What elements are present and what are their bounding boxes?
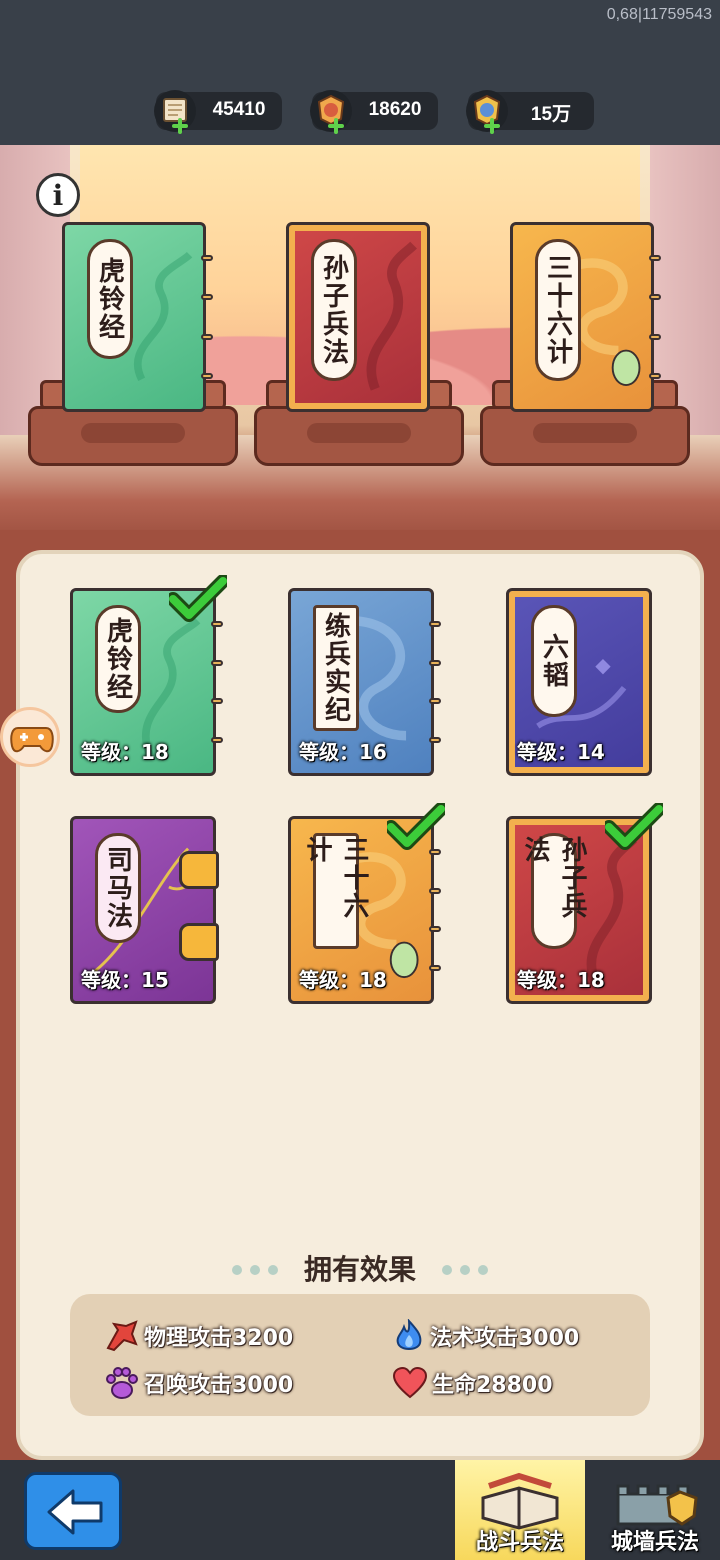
- divider-dots-right: [438, 1260, 492, 1279]
- magic-attack-icon: [396, 1319, 422, 1350]
- tab-wall-tactics[interactable]: 城墙兵法: [590, 1460, 720, 1560]
- book-card-2[interactable]: 练兵实纪 等级：16: [288, 588, 441, 776]
- physical-attack-icon: [106, 1320, 138, 1352]
- book-clasp: [179, 851, 219, 889]
- medal-currency-counter[interactable]: 18620: [310, 90, 438, 134]
- tab-label: 城墙兵法: [610, 1530, 699, 1555]
- book-level: 等级：14: [517, 740, 605, 764]
- back-arrow-icon: [47, 1489, 103, 1535]
- summon-attack-icon: [106, 1367, 138, 1399]
- book-rings: [429, 621, 441, 743]
- equipped-book-slot-3[interactable]: 三十六计: [510, 222, 661, 412]
- effects-title: 拥有效果: [303, 1253, 416, 1286]
- back-button[interactable]: [24, 1472, 122, 1550]
- book-card-6[interactable]: 孙子兵法 等级：18: [506, 803, 663, 1004]
- book-label: 虎铃经: [95, 605, 141, 713]
- book-rings: [211, 621, 223, 743]
- tab-battle-tactics[interactable]: 战斗兵法: [455, 1460, 585, 1560]
- scroll-currency-counter[interactable]: 45410: [154, 90, 282, 134]
- currency-amount: 18620: [368, 99, 422, 120]
- book-card-5[interactable]: 三十六计 等级：18: [288, 803, 445, 1004]
- book-level: 等级：16: [299, 740, 387, 764]
- book-label: 六韬: [531, 605, 577, 717]
- book-level: 等级：18: [517, 968, 605, 992]
- book-stack-icon: [481, 1472, 559, 1530]
- book-label: 三十六计: [535, 239, 581, 381]
- effect-life: 生命28800: [392, 1365, 553, 1401]
- book-level: 等级：18: [299, 968, 387, 992]
- swirl-pattern: [577, 258, 641, 386]
- book-card-3[interactable]: 六韬 等级：14: [506, 588, 652, 776]
- book-label: 三十六计: [302, 833, 369, 949]
- effect-summon-attack: 召唤攻击3000: [104, 1365, 293, 1401]
- book-rings: [201, 255, 213, 379]
- gamepad-icon: [10, 727, 54, 753]
- gamepad-button[interactable]: [0, 707, 60, 767]
- equipped-book-slot-2[interactable]: 孙子兵法: [286, 222, 430, 412]
- currency-amount: 45410: [212, 99, 266, 120]
- life-icon: [392, 1367, 428, 1399]
- add-icon[interactable]: [328, 118, 344, 134]
- book-level: 等级：18: [81, 740, 169, 764]
- book-level: 等级：15: [81, 968, 169, 992]
- book-label: 司马法: [95, 833, 141, 943]
- book-card-4[interactable]: 司马法 等级：15: [70, 816, 219, 1004]
- effect-magic-attack: 法术攻击3000: [392, 1318, 579, 1354]
- equipped-book-slot-1[interactable]: 虎铃经: [62, 222, 213, 412]
- book-clasp: [179, 923, 219, 961]
- book-rings: [649, 255, 661, 379]
- book-label: 虎铃经: [87, 239, 133, 359]
- swirl-pattern: [366, 241, 417, 391]
- swirl-pattern: [133, 251, 193, 382]
- tab-label: 战斗兵法: [475, 1530, 564, 1555]
- add-icon[interactable]: [484, 118, 500, 134]
- info-button[interactable]: i: [36, 173, 80, 217]
- equipped-check-icon: [387, 803, 445, 850]
- equipped-check-icon: [169, 575, 227, 622]
- badge-currency-counter[interactable]: 15万: [466, 90, 594, 134]
- add-icon[interactable]: [172, 118, 188, 134]
- equipped-check-icon: [605, 803, 663, 850]
- effect-physical-attack: 物理攻击3200: [104, 1318, 293, 1354]
- book-label: 练兵实纪: [313, 605, 359, 731]
- info-icon: i: [52, 179, 64, 212]
- currency-amount: 15万: [530, 104, 572, 125]
- city-wall-icon: [616, 1484, 698, 1526]
- book-card-1[interactable]: 虎铃经 等级：18: [70, 575, 227, 776]
- book-label: 孙子兵法: [520, 833, 587, 949]
- build-id: 0,68|11759543: [606, 6, 712, 23]
- book-rings: [429, 849, 441, 971]
- book-label: 孙子兵法: [311, 239, 357, 381]
